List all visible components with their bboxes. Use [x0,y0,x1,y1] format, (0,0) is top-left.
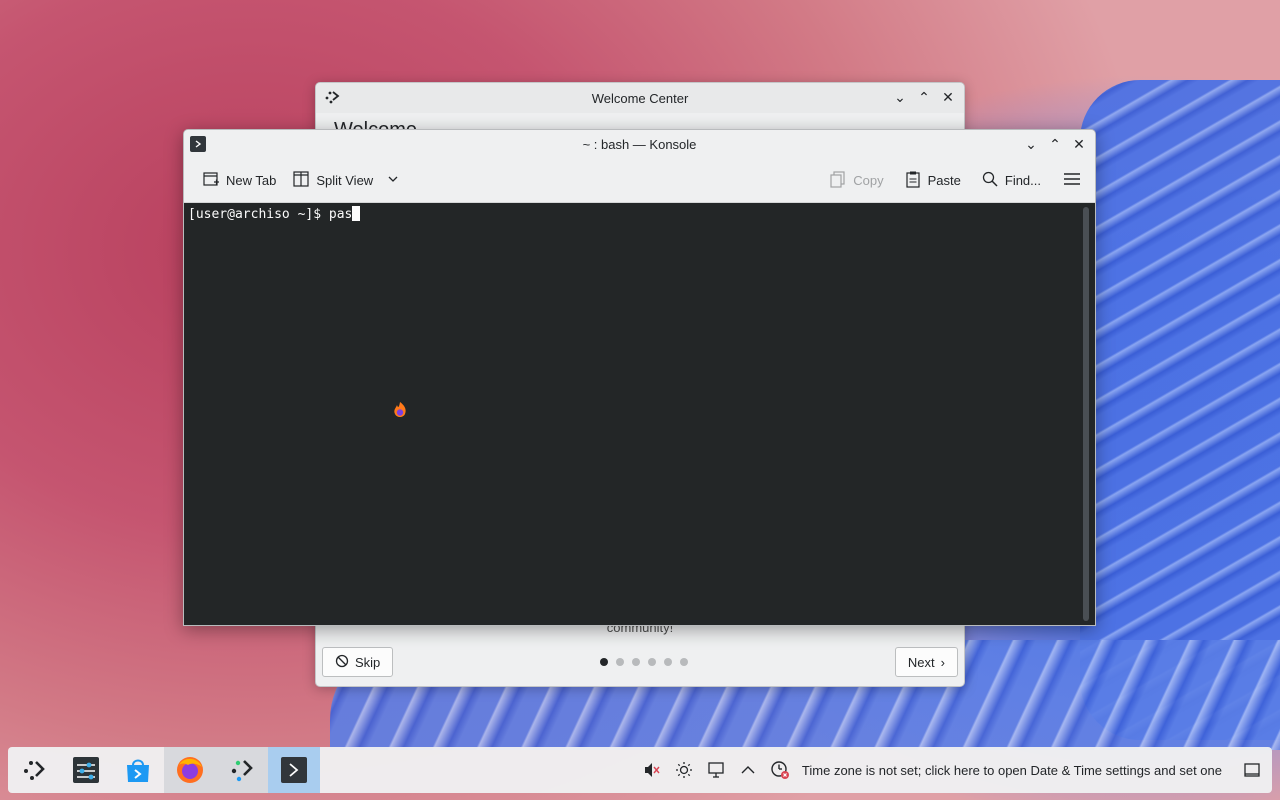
copy-icon [829,170,847,191]
minimize-icon[interactable]: ⌄ [1021,134,1041,154]
new-tab-icon [202,170,220,191]
terminal-scrollbar[interactable] [1083,207,1089,621]
next-button[interactable]: Next › [894,647,958,677]
application-launcher-icon[interactable] [8,747,60,793]
konsole-titlebar[interactable]: ~ : bash — Konsole ⌄ ⌃ ✕ [184,130,1095,158]
minimize-icon[interactable]: ⌄ [890,87,910,107]
page-indicator[interactable] [600,658,689,666]
welcome-app-icon [324,89,340,105]
find-label: Find... [1004,172,1041,188]
copy-button[interactable]: Copy [825,165,887,195]
new-tab-button[interactable]: New Tab [198,165,280,195]
new-tab-label: New Tab [226,172,277,188]
skip-label: Skip [355,654,381,670]
hamburger-menu-button[interactable] [1059,165,1085,195]
konsole-window-title: ~ : bash — Konsole [582,136,697,152]
timezone-message[interactable]: Time zone is not set; click here to open… [802,763,1222,778]
terminal-line: [user@archiso ~]$ pas [188,206,361,222]
terminal-prompt: [user@archiso ~]$ [188,207,329,222]
brightness-icon[interactable] [674,760,694,780]
page-dot[interactable] [680,658,689,666]
discover-icon[interactable] [112,747,164,793]
konsole-icon[interactable] [268,747,320,793]
welcome-center-icon[interactable] [216,747,268,793]
paste-button[interactable]: Paste [900,165,965,195]
page-dot[interactable] [600,658,609,666]
chevron-down-icon[interactable] [387,173,399,188]
firefox-icon[interactable] [164,747,216,793]
konsole-window[interactable]: ~ : bash — Konsole ⌄ ⌃ ✕ New Tab Split V… [183,129,1096,626]
page-dot[interactable] [664,658,673,666]
network-wired-icon[interactable] [706,760,726,780]
konsole-app-icon [190,136,206,152]
chevron-right-icon: › [940,654,945,670]
terminal-cursor [352,206,361,221]
terminal-area[interactable]: [user@archiso ~]$ pas [184,203,1095,625]
clock-warning-icon[interactable] [770,760,790,780]
maximize-icon[interactable]: ⌃ [914,87,934,107]
konsole-toolbar: New Tab Split View Copy Paste Find... [184,158,1095,203]
system-tray: Time zone is not set; click here to open… [642,747,1262,793]
copy-label: Copy [853,172,884,188]
welcome-window-title: Welcome Center [591,90,689,106]
paste-label: Paste [927,172,961,188]
page-dot[interactable] [648,658,657,666]
chevron-up-icon[interactable] [738,760,758,780]
hamburger-menu-icon [1063,170,1081,191]
close-icon[interactable]: ✕ [1069,134,1089,154]
terminal-input: pas [328,207,353,222]
system-settings-icon[interactable] [60,747,112,793]
page-dot[interactable] [616,658,625,666]
close-icon[interactable]: ✕ [938,87,958,107]
search-icon [981,170,999,191]
firefox-busy-cursor-icon [392,401,408,419]
maximize-icon[interactable]: ⌃ [1045,134,1065,154]
split-view-label: Split View [316,172,374,188]
welcome-titlebar[interactable]: Welcome Center ⌄ ⌃ ✕ [316,83,964,113]
show-desktop-icon[interactable] [1242,760,1262,780]
next-label: Next [907,654,935,670]
skip-button[interactable]: Skip [322,647,394,677]
split-view-button[interactable]: Split View [288,165,403,195]
find-button[interactable]: Find... [977,165,1045,195]
page-dot[interactable] [632,658,641,666]
welcome-footer: Skip Next › [316,638,964,686]
cancel-icon [335,654,349,671]
paste-icon [904,170,922,191]
taskbar-panel: Time zone is not set; click here to open… [8,747,1272,793]
split-view-icon [292,170,310,191]
volume-muted-icon[interactable] [642,760,662,780]
